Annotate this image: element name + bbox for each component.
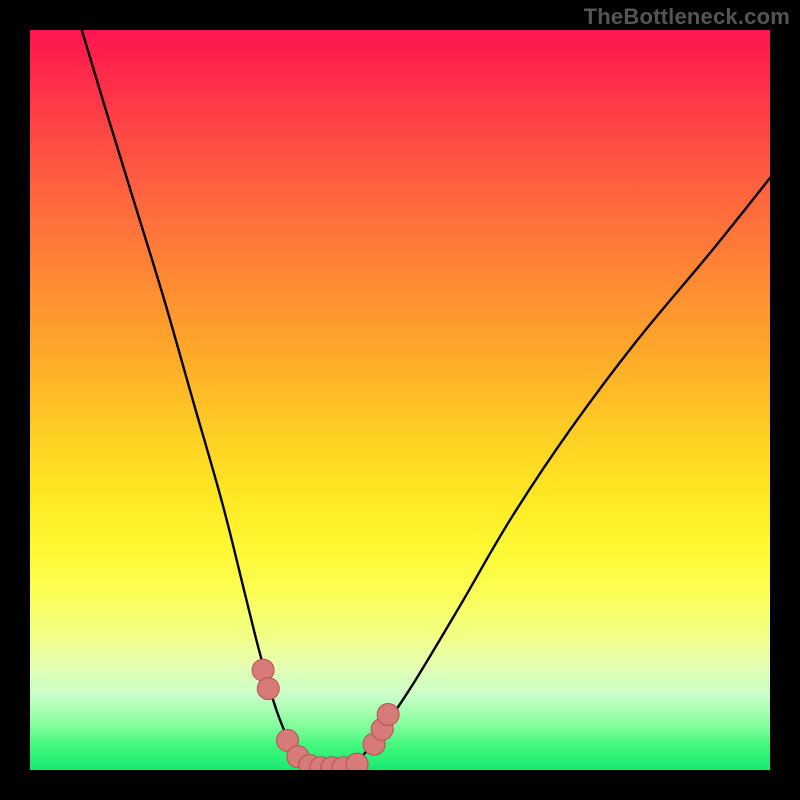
plot-area: [30, 30, 770, 770]
watermark-label: TheBottleneck.com: [584, 4, 790, 30]
chart-frame: TheBottleneck.com: [0, 0, 800, 800]
highlight-dot: [257, 678, 279, 700]
highlight-dots: [30, 30, 770, 770]
highlight-dot: [346, 753, 368, 770]
highlight-dot: [377, 704, 399, 726]
